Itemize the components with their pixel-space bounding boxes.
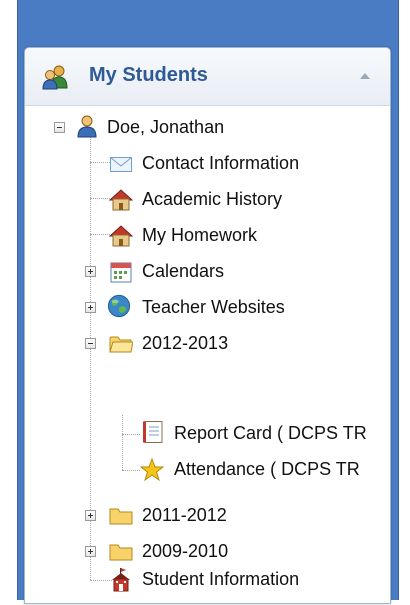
my-students-panel: My Students Doe, Jonathan Contact Inform… [24, 47, 391, 604]
folder-icon [109, 508, 133, 525]
students-icon [42, 65, 68, 90]
star-icon [140, 458, 164, 482]
tree-item-calendars[interactable]: Calendars [142, 260, 224, 282]
calendar-icon [110, 262, 132, 283]
panel-title: My Students [89, 64, 208, 86]
collapse-2012-2013-toggle[interactable] [85, 338, 96, 349]
student-name[interactable]: Doe, Jonathan [107, 116, 224, 138]
notebook-icon [143, 421, 163, 443]
folder-icon [109, 336, 133, 353]
envelope-icon [110, 157, 132, 172]
tree-item-report-card[interactable]: Report Card ( DCPS TR [174, 422, 367, 444]
panel-header: My Students [25, 48, 390, 106]
schoolhouse-icon [112, 568, 130, 592]
tree-item-contact-information[interactable]: Contact Information [142, 152, 299, 174]
tree-item-student-information[interactable]: Student Information [142, 568, 299, 590]
tree-item-teacher-websites[interactable]: Teacher Websites [142, 296, 285, 318]
tree-connector [122, 470, 140, 471]
tree-item-academic-history[interactable]: Academic History [142, 188, 282, 210]
house-icon [109, 189, 133, 211]
tree-item-attendance[interactable]: Attendance ( DCPS TR [174, 458, 360, 480]
tree-connector [122, 434, 140, 435]
globe-icon [107, 294, 131, 318]
house-icon [109, 225, 133, 247]
folder-icon [109, 544, 133, 561]
expand-teacher-websites-toggle[interactable] [85, 302, 96, 313]
collapse-student-toggle[interactable] [54, 122, 65, 133]
expand-calendars-toggle[interactable] [85, 266, 96, 277]
collapse-panel-button[interactable] [358, 70, 372, 82]
tree-connector [122, 415, 123, 470]
student-person-icon [77, 115, 97, 138]
tree-item-2011-2012[interactable]: 2011-2012 [142, 504, 227, 526]
tree-item-2012-2013[interactable]: 2012-2013 [142, 332, 228, 354]
tree-item-2009-2010[interactable]: 2009-2010 [142, 540, 228, 562]
expand-2009-2010-toggle[interactable] [85, 546, 96, 557]
expand-2011-2012-toggle[interactable] [85, 510, 96, 521]
student-tree: Doe, Jonathan Contact Information Academ… [25, 105, 390, 603]
tree-item-my-homework[interactable]: My Homework [142, 224, 257, 246]
